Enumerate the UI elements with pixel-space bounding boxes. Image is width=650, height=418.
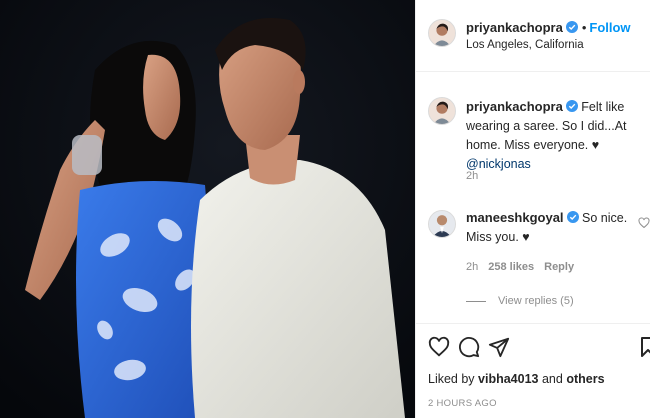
comment-icon[interactable]	[458, 336, 480, 358]
header-separator: •	[581, 20, 587, 35]
post-location[interactable]: Los Angeles, California	[466, 39, 584, 51]
post-header: priyankachopra • Follow Los Angeles, Calif…	[416, 0, 650, 72]
reply-avatar[interactable]	[428, 210, 456, 238]
liked-by-and: and	[538, 372, 567, 386]
caption-text: priyankachopra Felt like wearing a saree…	[466, 97, 646, 174]
reply-text: maneeshkgoyal So nice. Miss you. ♥	[466, 208, 638, 247]
caption-meta: 2h	[466, 170, 488, 182]
post-timestamp[interactable]: 2 HOURS AGO	[428, 398, 497, 409]
reply-time[interactable]: 2h	[466, 261, 478, 273]
view-replies-line	[466, 300, 486, 302]
author-avatar[interactable]	[428, 19, 456, 47]
couple-photo-image	[0, 0, 415, 418]
verified-badge-icon	[565, 21, 578, 33]
liked-by-prefix: Liked by	[428, 372, 479, 386]
header-line: priyankachopra • Follow	[466, 20, 631, 35]
reply-likes-count[interactable]: 258 likes	[488, 261, 534, 273]
caption-time[interactable]: 2h	[466, 170, 478, 182]
caption-mention-link[interactable]: @nickjonas	[466, 157, 531, 171]
post-side-panel: priyankachopra • Follow Los Angeles, Calif…	[415, 0, 650, 418]
share-icon[interactable]	[488, 336, 510, 358]
verified-badge-icon	[566, 211, 579, 223]
reply-meta: 2h 258 likes Reply	[466, 261, 584, 273]
heart-icon[interactable]	[428, 336, 450, 358]
reply-button[interactable]: Reply	[544, 261, 574, 273]
caption-username[interactable]: priyankachopra	[466, 99, 563, 114]
caption-avatar[interactable]	[428, 97, 456, 125]
view-replies-button[interactable]: View replies (5)	[466, 295, 574, 307]
comments-section: priyankachopra Felt like wearing a saree…	[416, 73, 650, 323]
author-username[interactable]: priyankachopra	[466, 20, 563, 35]
post-photo[interactable]	[0, 0, 415, 418]
liked-by-line: Liked by vibha4013 and others	[428, 372, 605, 386]
follow-button[interactable]: Follow	[589, 20, 630, 35]
comment-like-heart-icon[interactable]	[638, 217, 650, 229]
liked-by-user[interactable]: vibha4013	[478, 372, 538, 386]
post-actions: Liked by vibha4013 and others 2 HOURS AG…	[416, 323, 650, 418]
save-icon[interactable]	[640, 336, 650, 358]
verified-badge-icon	[565, 100, 578, 112]
reply-username[interactable]: maneeshkgoyal	[466, 210, 564, 225]
liked-by-others[interactable]: others	[566, 372, 604, 386]
view-replies-label: View replies (5)	[498, 295, 574, 307]
